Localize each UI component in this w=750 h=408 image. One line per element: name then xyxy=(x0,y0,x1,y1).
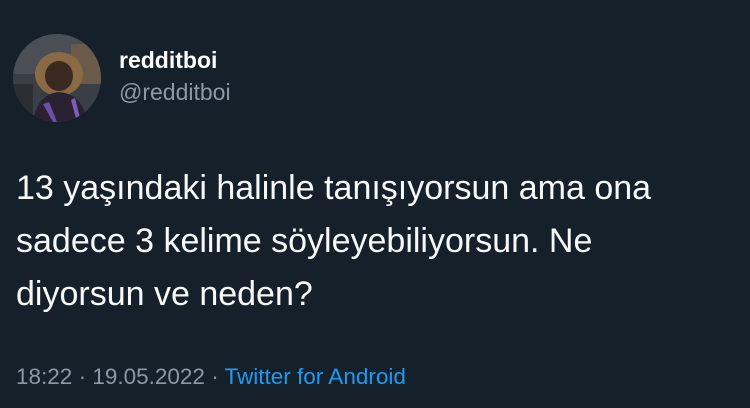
tweet-text-line: sadece 3 kelime söyleyebiliyorsun. Ne xyxy=(16,222,593,260)
meta-separator: · xyxy=(204,364,225,389)
tweet-card: redditboi @redditboi 13 yaşındaki halinl… xyxy=(0,0,750,408)
tweet-text-line: diyorsun ve neden? xyxy=(16,275,313,313)
display-name[interactable]: redditboi xyxy=(119,46,231,74)
user-info: redditboi @redditboi xyxy=(119,46,231,106)
tweet-source-link[interactable]: Twitter for Android xyxy=(225,364,406,389)
tweet-text-line: 13 yaşındaki halinle tanışıyorsun ama on… xyxy=(16,169,652,207)
meta-separator: · xyxy=(72,364,93,389)
avatar-photo xyxy=(13,34,101,122)
tweet-text: 13 yaşındaki halinle tanışıyorsun ama on… xyxy=(16,162,716,321)
tweet-meta: 18:22 · 19.05.2022 · Twitter for Android xyxy=(16,363,406,391)
user-handle[interactable]: @redditboi xyxy=(119,78,231,106)
tweet-date[interactable]: 19.05.2022 xyxy=(92,364,205,389)
tweet-time[interactable]: 18:22 xyxy=(16,364,72,389)
avatar[interactable] xyxy=(13,34,101,122)
